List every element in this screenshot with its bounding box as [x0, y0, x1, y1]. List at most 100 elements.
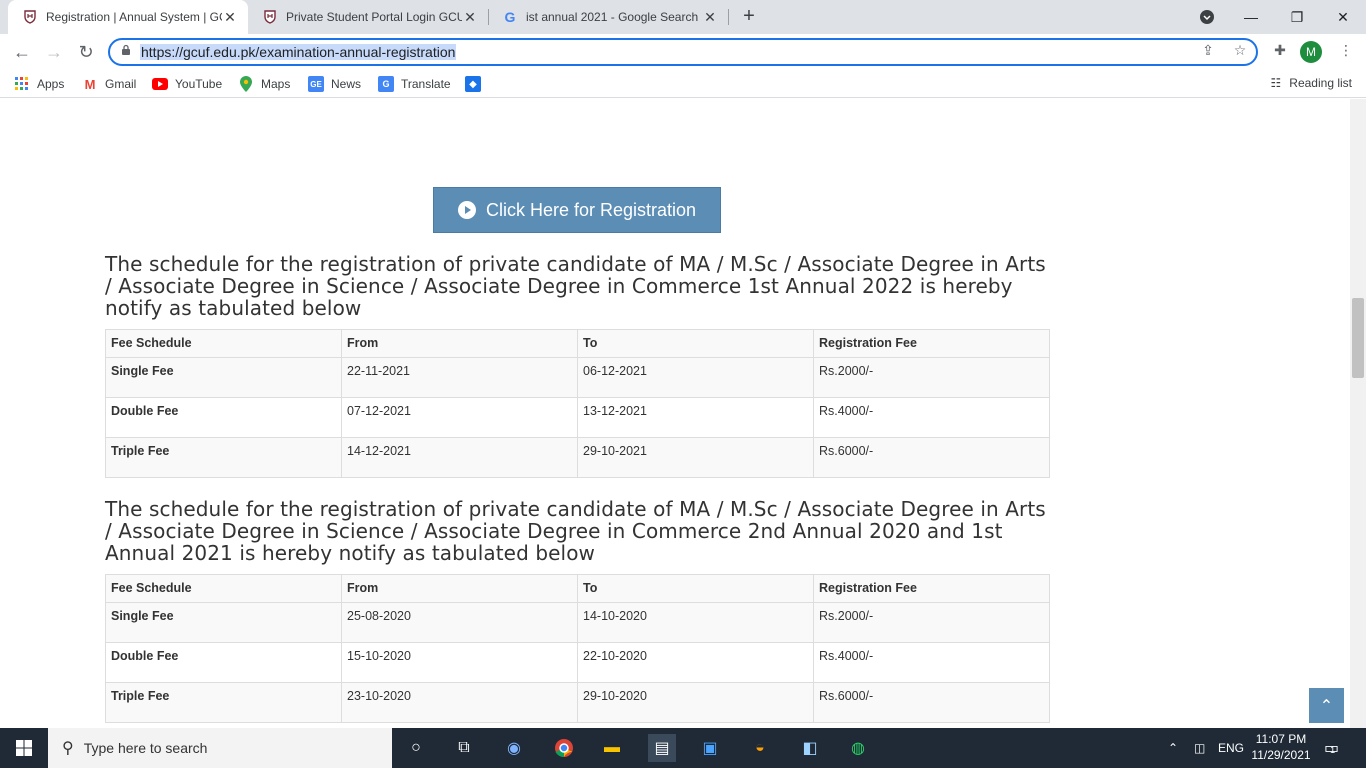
- bookmark-apps[interactable]: Apps: [14, 76, 64, 92]
- registration-button[interactable]: Click Here for Registration: [433, 187, 721, 233]
- tab-search-icon[interactable]: [1184, 0, 1230, 34]
- bookmark-news[interactable]: GE News: [308, 76, 361, 92]
- reload-icon[interactable]: ↻: [72, 38, 100, 66]
- bookmark-label: Maps: [261, 77, 291, 91]
- new-tab-plus-icon[interactable]: +: [738, 6, 760, 28]
- app-icon[interactable]: ◒: [746, 734, 774, 762]
- table-cell: 13-12-2021: [577, 397, 814, 438]
- google-icon: G: [504, 9, 516, 25]
- close-icon[interactable]: ✕: [462, 9, 478, 25]
- scrollbar-thumb[interactable]: [1352, 298, 1364, 378]
- profile-avatar[interactable]: M: [1300, 41, 1322, 63]
- reading-list[interactable]: ☷ Reading list: [1271, 76, 1352, 90]
- back-arrow-icon[interactable]: ←: [8, 38, 36, 66]
- app-icon[interactable]: ◉: [500, 734, 528, 762]
- column-header: To: [577, 574, 814, 603]
- url-text[interactable]: https://gcuf.edu.pk/examination-annual-r…: [140, 44, 457, 60]
- table-cell: Triple Fee: [105, 437, 342, 478]
- table-header-row: Fee Schedule From To Registration Fee: [105, 574, 1050, 603]
- cortana-circle-icon[interactable]: ○: [402, 734, 430, 762]
- tab-title: Registration | Annual System | GC: [46, 10, 222, 24]
- window-close-icon[interactable]: ✕: [1320, 0, 1366, 34]
- bookmark-translate[interactable]: G Translate: [378, 76, 451, 92]
- bookmark-gmail[interactable]: M Gmail: [82, 76, 137, 92]
- system-clock[interactable]: 11:07 PM 11/29/2021: [1248, 731, 1314, 763]
- table-row: Triple Fee 14-12-2021 29-10-2021 Rs.6000…: [105, 437, 1050, 478]
- table-row: Double Fee 15-10-2020 22-10-2020 Rs.4000…: [105, 642, 1050, 683]
- photos-app-icon[interactable]: ▣: [696, 734, 724, 762]
- browser-toolbar: ← → ↻ https://gcuf.edu.pk/examination-an…: [0, 34, 1366, 70]
- table-cell: Rs.2000/-: [813, 357, 1050, 398]
- table-cell: Rs.4000/-: [813, 397, 1050, 438]
- tab-google-search[interactable]: G ist annual 2021 - Google Search ✕: [488, 0, 728, 34]
- page-content: Click Here for Registration The schedule…: [0, 99, 1350, 728]
- tab-registration[interactable]: Registration | Annual System | GC ✕: [8, 0, 248, 34]
- table-cell: Rs.4000/-: [813, 642, 1050, 683]
- language-indicator[interactable]: ENG: [1218, 728, 1244, 768]
- back-to-top-chevron-up-icon[interactable]: ⌃: [1309, 688, 1344, 723]
- table-cell: Double Fee: [105, 642, 342, 683]
- notepad-app-icon[interactable]: ▤: [648, 734, 676, 762]
- table-row: Single Fee 22-11-2021 06-12-2021 Rs.2000…: [105, 357, 1050, 398]
- table-cell: Rs.2000/-: [813, 602, 1050, 643]
- restore-icon[interactable]: ❐: [1274, 0, 1320, 34]
- taskbar-search-input[interactable]: ⚲ Type here to search: [48, 728, 392, 768]
- file-explorer-folder-icon[interactable]: ▬: [598, 734, 626, 762]
- table-row: Triple Fee 23-10-2020 29-10-2020 Rs.6000…: [105, 682, 1050, 723]
- table-cell: 14-12-2021: [341, 437, 578, 478]
- task-view-icon[interactable]: ⧉: [450, 734, 478, 762]
- forward-arrow-icon[interactable]: →: [40, 38, 68, 66]
- bookmarks-bar: Apps M Gmail YouTube Maps GE News G Tran…: [0, 70, 1366, 98]
- bookmark-maps[interactable]: Maps: [238, 76, 290, 92]
- table-cell: 15-10-2020: [341, 642, 578, 683]
- bookmark-youtube[interactable]: YouTube: [152, 76, 222, 92]
- table-cell: 23-10-2020: [341, 682, 578, 723]
- fee-schedule-table-2022: Fee Schedule From To Registration Fee Si…: [105, 329, 1050, 478]
- table-cell: 25-08-2020: [341, 602, 578, 643]
- column-header: From: [341, 574, 578, 603]
- clock-time: 11:07 PM: [1255, 732, 1307, 746]
- column-header: Fee Schedule: [105, 574, 342, 603]
- fee-schedule-table-2020-2021: Fee Schedule From To Registration Fee Si…: [105, 574, 1050, 723]
- tab-portal-login[interactable]: Private Student Portal Login GCU ✕: [248, 0, 488, 34]
- youtube-icon: [152, 76, 168, 92]
- tab-title: ist annual 2021 - Google Search: [526, 10, 699, 24]
- bookmark-star-icon[interactable]: ☆: [1228, 38, 1252, 62]
- whatsapp-icon[interactable]: ◍: [844, 734, 872, 762]
- tray-device-icon[interactable]: ◫: [1194, 728, 1205, 768]
- gcuf-shield-icon: [22, 9, 38, 25]
- search-icon: ⚲: [62, 740, 74, 757]
- table-header-row: Fee Schedule From To Registration Fee: [105, 329, 1050, 358]
- table-cell: 29-10-2020: [577, 682, 814, 723]
- registration-button-label: Click Here for Registration: [485, 199, 697, 220]
- tray-chevron-up-icon[interactable]: ⌃: [1168, 728, 1178, 768]
- table-row: Single Fee 25-08-2020 14-10-2020 Rs.2000…: [105, 602, 1050, 643]
- table-cell: 14-10-2020: [577, 602, 814, 643]
- close-icon[interactable]: ✕: [222, 9, 238, 25]
- menu-dots-icon[interactable]: ⋮: [1334, 38, 1358, 62]
- chrome-icon[interactable]: [550, 734, 578, 762]
- extensions-puzzle-icon[interactable]: ✚: [1268, 38, 1292, 62]
- notifications-icon[interactable]: ▭ 1: [1324, 728, 1339, 768]
- tab-strip: Registration | Annual System | GC ✕ Priv…: [0, 0, 1366, 34]
- bookmark-label: Apps: [37, 77, 65, 91]
- bookmark-label: YouTube: [175, 77, 223, 91]
- gmail-icon: M: [84, 76, 96, 92]
- bookmark-contact[interactable]: ◆: [465, 76, 488, 92]
- table-cell: 22-11-2021: [341, 357, 578, 398]
- page-scrollbar[interactable]: [1350, 99, 1366, 728]
- reading-list-label: Reading list: [1289, 76, 1352, 90]
- bookmark-label: News: [331, 77, 362, 91]
- address-bar[interactable]: https://gcuf.edu.pk/examination-annual-r…: [108, 38, 1258, 66]
- news-icon: GE: [308, 76, 324, 92]
- minimize-icon[interactable]: —: [1228, 0, 1274, 34]
- table-cell: 07-12-2021: [341, 397, 578, 438]
- schedule-heading-2022: The schedule for the registration of pri…: [105, 252, 1046, 320]
- table-cell: Rs.6000/-: [813, 682, 1050, 723]
- app-icon[interactable]: ◧: [796, 734, 824, 762]
- share-icon[interactable]: ⇪: [1196, 38, 1220, 62]
- table-cell: Triple Fee: [105, 682, 342, 723]
- windows-start-icon[interactable]: [0, 728, 48, 768]
- table-row: Double Fee 07-12-2021 13-12-2021 Rs.4000…: [105, 397, 1050, 438]
- close-icon[interactable]: ✕: [702, 9, 718, 25]
